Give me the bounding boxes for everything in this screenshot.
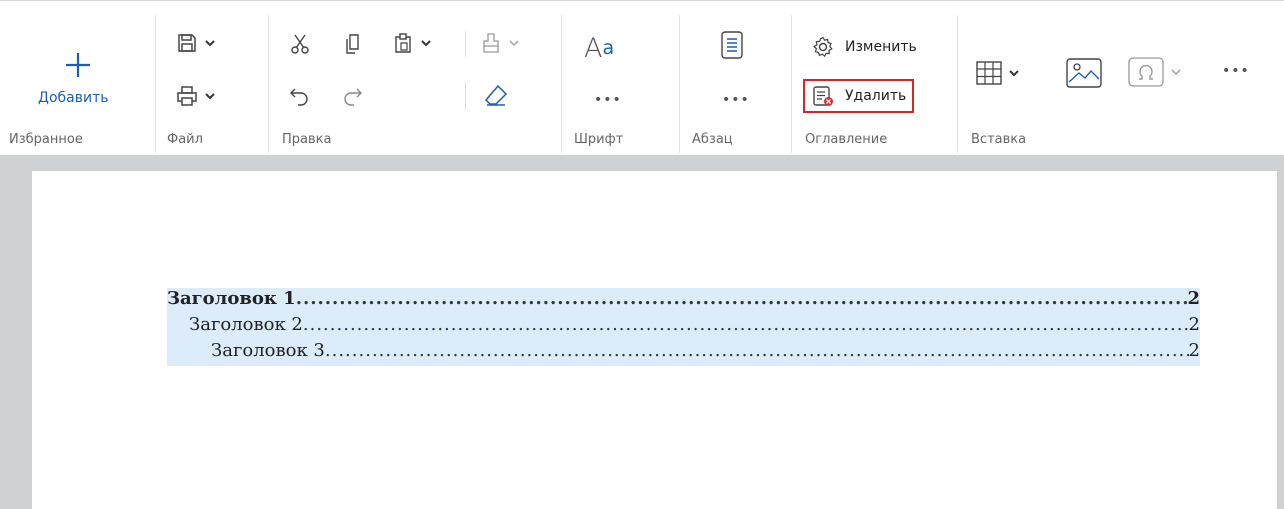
print-icon — [177, 86, 197, 106]
plus-icon — [66, 53, 90, 77]
table-of-contents[interactable]: Заголовок 1 ............................… — [167, 288, 1200, 366]
chevron-down-icon — [421, 40, 431, 47]
cut-icon — [291, 34, 309, 54]
redo-icon — [344, 88, 362, 106]
chevron-down-icon — [1009, 70, 1019, 77]
settings-icon — [811, 35, 835, 59]
add-button[interactable] — [60, 47, 96, 83]
save-icon — [178, 34, 196, 52]
chevron-down-icon — [509, 40, 519, 47]
chevron-down-icon — [205, 40, 215, 47]
toc-delete-label: Удалить — [845, 88, 907, 104]
chevron-down-icon — [1171, 69, 1181, 76]
paste-button[interactable] — [392, 29, 432, 57]
font-button[interactable]: Aa — [584, 32, 648, 64]
toc-change-button[interactable]: Изменить — [811, 35, 917, 59]
toc-entry-level-2[interactable]: Заголовок 2 ............................… — [167, 314, 1200, 340]
app-window: Добавить Избранное Файл Правка A a ••• Ш… — [0, 0, 1284, 509]
group-label-edit: Правка — [282, 132, 332, 147]
insert-special-char-button[interactable] — [1128, 56, 1182, 88]
cut-button[interactable] — [288, 31, 312, 57]
redo-button[interactable] — [340, 83, 366, 109]
toc-entry-text: Заголовок 2 — [189, 314, 303, 335]
paragraph-button[interactable] — [718, 29, 746, 61]
document-workspace: Заголовок 1 ............................… — [0, 155, 1284, 509]
toc-entry-page: 2 — [1188, 314, 1200, 335]
paragraph-icon — [721, 31, 743, 59]
format-painter-button[interactable] — [480, 29, 520, 57]
insert-table-button[interactable] — [976, 58, 1020, 88]
group-label-font: Шрифт — [574, 132, 624, 147]
paragraph-more-button[interactable]: ••• — [722, 92, 750, 108]
group-label-favorites: Избранное — [9, 132, 83, 147]
font-more-button[interactable]: ••• — [594, 92, 622, 108]
copy-icon — [346, 34, 359, 54]
eraser-icon — [484, 84, 508, 106]
toc-change-label: Изменить — [845, 39, 917, 55]
group-label-file: Файл — [167, 132, 203, 147]
insert-more-button[interactable]: ••• — [1222, 63, 1250, 79]
toc-entry-level-1[interactable]: Заголовок 1 ............................… — [167, 288, 1200, 314]
copy-button[interactable] — [342, 31, 366, 57]
paste-icon — [395, 33, 411, 53]
toc-entry-page: 2 — [1188, 340, 1200, 361]
table-icon — [976, 61, 1002, 85]
add-button-label[interactable]: Добавить — [38, 90, 108, 106]
print-button[interactable] — [176, 82, 216, 110]
chevron-down-icon — [205, 93, 215, 100]
undo-icon — [290, 88, 308, 106]
toc-entry-text: Заголовок 3 — [211, 340, 325, 361]
group-label-toc: Оглавление — [805, 132, 888, 147]
clear-format-button[interactable] — [482, 81, 510, 109]
font-aa-label: A — [584, 32, 603, 64]
toc-entry-text: Заголовок 1 — [167, 288, 296, 309]
image-icon — [1066, 58, 1102, 88]
toc-entry-level-3[interactable]: Заголовок 3 ............................… — [167, 340, 1200, 366]
group-label-paragraph: Абзац — [692, 132, 733, 147]
ribbon-toolbar: Добавить Избранное Файл Правка A a ••• Ш… — [0, 0, 1284, 157]
document-page[interactable]: Заголовок 1 ............................… — [32, 171, 1277, 509]
toc-entry-page: 2 — [1187, 288, 1200, 309]
toc-delete-button[interactable]: Удалить — [803, 79, 915, 113]
undo-button[interactable] — [286, 83, 312, 109]
insert-image-button[interactable] — [1064, 55, 1104, 91]
save-button[interactable] — [176, 29, 216, 57]
special-char-icon — [1128, 57, 1164, 87]
group-label-insert: Вставка — [971, 132, 1027, 147]
delete-toc-icon — [811, 84, 835, 108]
format-painter-icon — [483, 33, 499, 53]
